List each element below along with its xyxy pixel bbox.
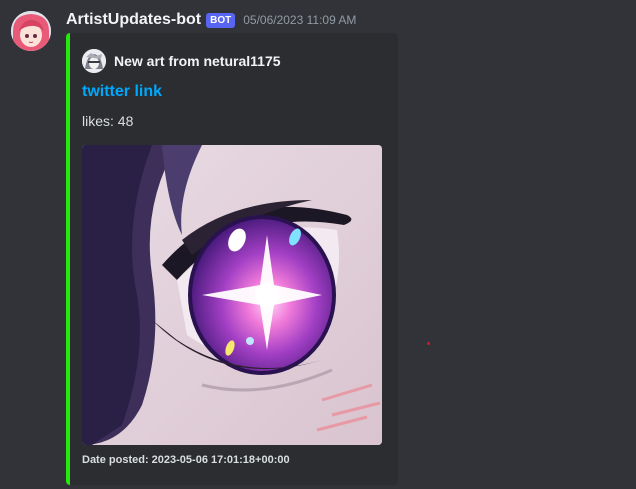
username[interactable]: ArtistUpdates-bot	[66, 11, 201, 29]
embed-image[interactable]	[82, 145, 382, 445]
bot-badge: BOT	[206, 12, 236, 28]
chat-message: ArtistUpdates-bot BOT 05/06/2023 11:09 A…	[0, 0, 636, 489]
embed-card: New art from netural1175 twitter link li…	[66, 33, 398, 485]
anime-avatar-icon	[11, 11, 51, 51]
embed-author: New art from netural1175	[82, 49, 281, 73]
message-timestamp: 05/06/2023 11:09 AM	[243, 13, 357, 27]
anime-eye-artwork	[82, 145, 382, 445]
embed-author-name: New art from netural1175	[114, 53, 281, 69]
message-header: ArtistUpdates-bot BOT 05/06/2023 11:09 A…	[66, 10, 356, 30]
author-avatar-icon	[82, 49, 106, 73]
embed-description: likes: 48	[82, 113, 134, 129]
cursor-dot	[427, 342, 430, 345]
embed-footer: Date posted: 2023-05-06 17:01:18+00:00	[82, 454, 290, 466]
embed-title-link[interactable]: twitter link	[82, 83, 162, 101]
bot-avatar[interactable]	[11, 11, 51, 51]
